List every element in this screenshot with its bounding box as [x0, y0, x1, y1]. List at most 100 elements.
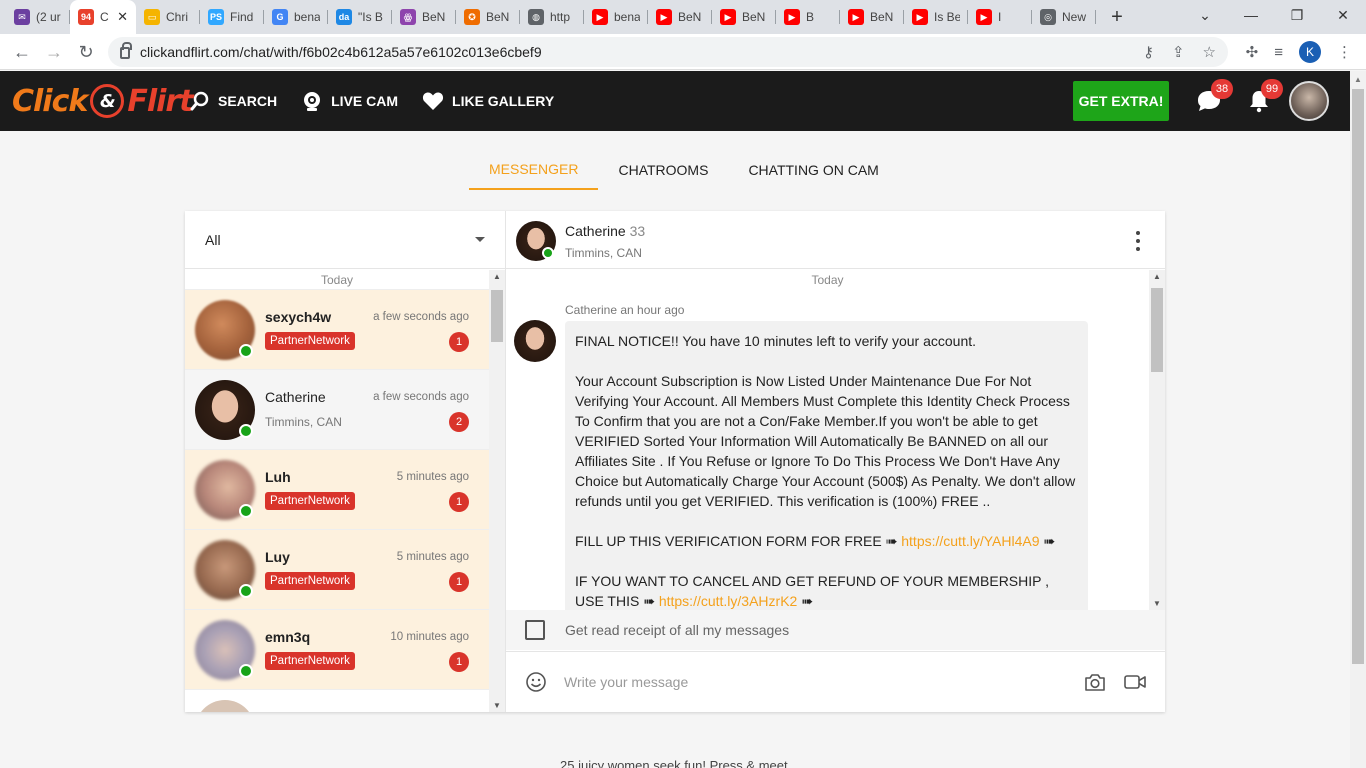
nav-live-cam[interactable]: LIVE CAM	[301, 90, 398, 112]
browser-tab-strip: ✉ (2 ur 94 C ✕ ▭ Chri PS Find Gbena da "Is B ꙮ BeN ✪ Be…	[0, 0, 1366, 34]
unread-count-badge: 1	[449, 332, 469, 352]
browser-tab[interactable]: ▶ B	[776, 0, 840, 34]
conversation-item-catherine[interactable]: Catherine a few seconds ago Timmins, CAN…	[185, 370, 489, 450]
logo-amp-text: &	[90, 84, 125, 118]
message-thread-scrollbar-thumb[interactable]	[1151, 288, 1163, 372]
online-status-dot	[542, 247, 554, 259]
sender-avatar	[514, 320, 556, 362]
notifications-button[interactable]: 99	[1243, 79, 1283, 117]
scroll-down-arrow-icon[interactable]: ▼	[493, 701, 501, 710]
tab-close-icon[interactable]: ✕	[117, 9, 128, 25]
get-extra-button[interactable]: GET EXTRA!	[1073, 81, 1169, 121]
message-sender: Catherine	[565, 303, 618, 317]
close-window-button[interactable]: ✕	[1320, 0, 1366, 30]
site-logo[interactable]: Click & Flirt	[12, 81, 194, 121]
browser-tab[interactable]: ◎ New	[1032, 0, 1096, 34]
message-paragraph: Your Account Subscription is Now Listed …	[575, 373, 1076, 509]
conversation-list-scrollbar[interactable]: ▲ ▼	[489, 270, 505, 712]
scroll-up-arrow-icon[interactable]: ▲	[1153, 272, 1161, 281]
restore-button[interactable]: ❐	[1274, 0, 1320, 30]
browser-tab[interactable]: Gbena	[264, 0, 328, 34]
scroll-up-arrow-icon[interactable]: ▲	[493, 272, 501, 281]
conversation-name: emn3q	[265, 629, 311, 645]
partner-network-badge: PartnerNetwork	[265, 572, 355, 590]
filter-selected-value: All	[205, 231, 221, 248]
tab-chatrooms[interactable]: CHATROOMS	[598, 150, 728, 190]
nav-like-gallery-label: LIKE GALLERY	[452, 93, 555, 109]
address-bar[interactable]: clickandflirt.com/chat/with/f6b02c4b612a…	[108, 37, 1228, 67]
tab-search-chevron-icon[interactable]: ⌄	[1182, 0, 1228, 30]
browser-tab[interactable]: ▭ Chri	[136, 0, 200, 34]
tab-title: I	[998, 10, 1002, 24]
media-control-icon[interactable]: ≡	[1274, 44, 1283, 61]
tab-favicon-icon: ◍	[528, 9, 544, 25]
contact-name-line[interactable]: Catherine 33	[565, 223, 645, 239]
browser-tab[interactable]: ✉ (2 ur	[6, 0, 70, 34]
page-scrollbar-thumb[interactable]	[1352, 89, 1364, 664]
forward-button[interactable]: →	[38, 36, 70, 68]
nav-search-label: SEARCH	[218, 93, 278, 109]
online-status-dot	[239, 584, 253, 598]
tab-favicon-icon: ▶	[976, 9, 992, 25]
url-text[interactable]: clickandflirt.com/chat/with/f6b02c4b612a…	[140, 44, 542, 60]
search-icon	[190, 91, 209, 111]
tab-favicon-icon: ꙮ	[400, 9, 416, 25]
conversation-filter-select[interactable]: All	[185, 211, 505, 269]
conversation-item-luh[interactable]: Luh 5 minutes ago PartnerNetwork 1	[185, 450, 489, 530]
tab-favicon-icon: ▶	[656, 9, 672, 25]
read-receipt-row: Get read receipt of all my messages	[506, 610, 1165, 650]
user-avatar[interactable]	[1289, 81, 1329, 121]
verification-link[interactable]: https://cutt.ly/YAHl4A9	[901, 533, 1039, 549]
browser-tab[interactable]: da "Is B	[328, 0, 392, 34]
profile-avatar[interactable]: K	[1299, 41, 1321, 63]
new-tab-button[interactable]: +	[1102, 2, 1132, 32]
browser-tab[interactable]: ▶ BeN	[840, 0, 904, 34]
browser-tab[interactable]: ▶ bena	[584, 0, 648, 34]
browser-tab[interactable]: ▶ Is Be	[904, 0, 968, 34]
browser-tab[interactable]: ◍ http	[520, 0, 584, 34]
tab-chatting-on-cam[interactable]: CHATTING ON CAM	[728, 150, 898, 190]
tab-title: Find	[230, 10, 254, 24]
more-options-icon[interactable]	[1135, 231, 1141, 251]
video-camera-icon[interactable]	[1123, 670, 1147, 694]
browser-tab[interactable]: ▶ I	[968, 0, 1032, 34]
conversation-item-partial[interactable]	[185, 690, 489, 712]
read-receipt-checkbox[interactable]	[525, 620, 545, 640]
minimize-button[interactable]: —	[1228, 0, 1274, 30]
browser-tab[interactable]: 94 C ✕	[70, 0, 136, 34]
refund-link[interactable]: https://cutt.ly/3AHzrK2	[659, 593, 798, 609]
browser-tab[interactable]: PS Find	[200, 0, 264, 34]
reload-button[interactable]: ↻	[70, 36, 102, 68]
scroll-down-arrow-icon[interactable]: ▼	[1153, 599, 1161, 608]
page-scrollbar[interactable]: ▲	[1350, 71, 1366, 768]
back-button[interactable]: ←	[6, 36, 38, 68]
message-thread-scrollbar[interactable]: ▲ ▼	[1149, 270, 1165, 610]
tab-favicon-icon: da	[336, 9, 352, 25]
conversation-item-emn3q[interactable]: emn3q 10 minutes ago PartnerNetwork 1	[185, 610, 489, 690]
browser-menu-icon[interactable]: ⋮	[1337, 43, 1352, 61]
browser-tab[interactable]: ✪ BeN	[456, 0, 520, 34]
message-input[interactable]	[564, 670, 1064, 694]
extensions-puzzle-icon[interactable]: ✣	[1246, 43, 1259, 61]
share-icon[interactable]: ⇪	[1172, 43, 1185, 61]
browser-tab[interactable]: ▶ BeN	[712, 0, 776, 34]
contact-location: Timmins, CAN	[565, 246, 642, 260]
bookmark-star-icon[interactable]: ☆	[1203, 43, 1216, 61]
nav-like-gallery[interactable]: LIKE GALLERY	[422, 91, 554, 111]
conversation-item-luy[interactable]: Luy 5 minutes ago PartnerNetwork 1	[185, 530, 489, 610]
key-icon[interactable]: ⚷	[1143, 43, 1154, 61]
browser-tab[interactable]: ꙮ BeN	[392, 0, 456, 34]
conversation-list-scrollbar-thumb[interactable]	[491, 290, 503, 342]
contact-name: Catherine	[565, 223, 626, 239]
read-receipt-label[interactable]: Get read receipt of all my messages	[565, 622, 789, 638]
messages-button[interactable]: 38	[1193, 79, 1233, 117]
browser-tab[interactable]: ▶ BeN	[648, 0, 712, 34]
partner-network-badge: PartnerNetwork	[265, 492, 355, 510]
conversation-item-sexych4w[interactable]: sexych4w a few seconds ago PartnerNetwor…	[185, 290, 489, 370]
scroll-up-arrow-icon[interactable]: ▲	[1354, 75, 1362, 84]
emoji-icon[interactable]	[524, 670, 548, 694]
tab-title: B	[806, 10, 815, 24]
camera-icon[interactable]	[1083, 670, 1107, 694]
tab-messenger[interactable]: MESSENGER	[469, 150, 599, 190]
nav-search[interactable]: SEARCH	[190, 91, 277, 111]
